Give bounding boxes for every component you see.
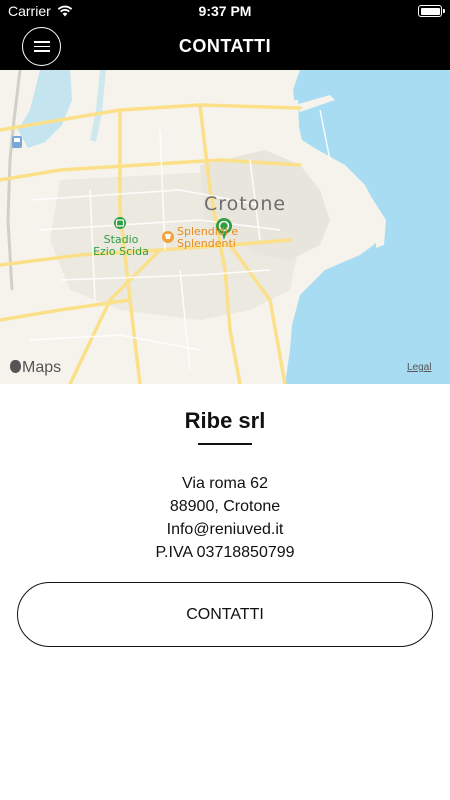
contact-button[interactable]: CONTATTI [17, 582, 433, 647]
status-bar: Carrier 9:37 PM [0, 0, 450, 22]
company-vat: P.IVA 03718850799 [155, 544, 295, 561]
poi-shop-label: Splendidi e Splendenti [177, 226, 238, 250]
company-name: Ribe srl [184, 408, 266, 433]
clock: 9:37 PM [198, 3, 252, 19]
maps-logo: Maps [10, 359, 61, 377]
poi-shop-line2: Splendenti [177, 237, 236, 250]
battery-icon [418, 5, 445, 17]
poi-stadium-label: Stadio Ezio Scida [90, 234, 152, 258]
apple-logo-icon [10, 360, 21, 373]
poi-stadium-line2: Ezio Scida [93, 245, 149, 258]
map-view[interactable]: Crotone Stadio Ezio Scida Splendidi e Sp… [0, 70, 450, 384]
company-email[interactable]: Info@reniuved.it [0, 518, 450, 541]
address-street: Via roma 62 [182, 475, 268, 492]
address-city: 88900, Crotone [169, 498, 281, 515]
divider [198, 443, 252, 445]
header: CONTATTI [0, 22, 450, 70]
company-address: Via roma 62 88900, Crotone Info@reniuved… [0, 472, 450, 564]
battery-level [420, 7, 440, 15]
city-label: Crotone [204, 193, 287, 215]
page-title: CONTATTI [178, 36, 272, 56]
legal-link[interactable]: Legal [407, 362, 431, 373]
maps-provider-label: Maps [22, 359, 62, 376]
